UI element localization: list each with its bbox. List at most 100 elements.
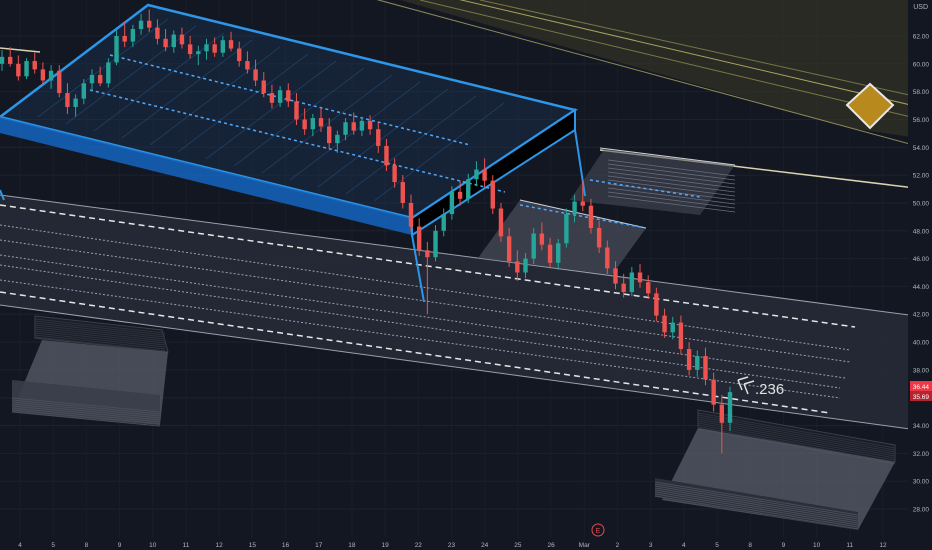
x-tick-label: 12 (879, 542, 887, 549)
candle-body (261, 80, 266, 94)
candle-body (73, 98, 78, 107)
x-tick-label: 9 (118, 542, 122, 549)
x-tick-label: 26 (547, 542, 555, 549)
y-tick-label: 56.00 (913, 117, 930, 124)
candle-body (605, 247, 610, 269)
x-tick-label: 8 (748, 542, 752, 549)
x-tick-label: 11 (183, 542, 190, 549)
candle-body (122, 36, 127, 42)
x-tick-label: 11 (846, 542, 853, 549)
x-tick-label: Mar (579, 542, 591, 549)
y-tick-label: 46.00 (913, 256, 930, 263)
candle-body (662, 315, 667, 333)
candle-body (711, 379, 716, 405)
candle-body (163, 38, 168, 48)
candle-body (171, 34, 176, 48)
x-tick-label: 25 (514, 542, 522, 549)
candle-body (228, 40, 234, 49)
candle-body (212, 44, 217, 53)
left-grey-box (11, 315, 169, 427)
y-tick-label: 54.00 (913, 145, 930, 152)
candle-body (138, 20, 144, 30)
y-tick-label: 32.00 (913, 451, 930, 458)
candle-body (686, 349, 692, 370)
x-tick-label: 5 (715, 542, 719, 549)
candle-body (130, 29, 136, 42)
x-tick-label: 23 (448, 542, 456, 549)
candle-body (678, 322, 684, 350)
price-axis[interactable]: USD 62.00 60.00 58.00 56.00 54.00 52.00 50.00 4… (908, 0, 932, 550)
price-chart[interactable]: .236 E USD 62.00 60.00 58.00 56.00 54.00 52.0… (0, 0, 932, 550)
candle-body (204, 44, 209, 52)
candle-body (703, 355, 708, 380)
x-tick-label: 10 (149, 542, 157, 549)
candle-body (629, 272, 635, 292)
candle-body (474, 169, 479, 180)
candle-body (613, 268, 618, 284)
candle-body (32, 61, 37, 70)
candle-body (580, 201, 585, 206)
candle-body (97, 74, 103, 84)
candle-body (351, 122, 356, 131)
candle-body (335, 134, 340, 144)
x-tick-label: 22 (415, 542, 423, 549)
candle-body (376, 129, 381, 146)
x-tick-label: 16 (282, 542, 290, 549)
event-marker[interactable]: E (591, 523, 605, 537)
candle-body (155, 27, 160, 39)
candle-body (179, 34, 185, 45)
candle-body (400, 182, 406, 203)
candle-body (654, 293, 659, 316)
time-axis[interactable]: 4 5 8 9 10 11 12 15 16 17 18 19 22 23 24 25 26 Mar 2 3 4 5 8 9 1… (0, 538, 908, 550)
candle-body (48, 70, 54, 81)
candle-body (237, 48, 242, 62)
candle-body (106, 62, 111, 84)
candle-body (408, 202, 414, 227)
x-tick-label: 19 (381, 542, 389, 549)
candle-body (727, 392, 733, 423)
candle-body (359, 120, 365, 131)
x-tick-label: 3 (649, 542, 653, 549)
y-tick-label: 30.00 (913, 479, 930, 486)
y-tick-label: 28.00 (913, 507, 930, 514)
candle-body (547, 244, 553, 263)
y-tick-label: 38.00 (913, 367, 930, 374)
candle-body (57, 70, 62, 94)
candle-body (539, 233, 545, 245)
candle-body (0, 56, 5, 64)
x-tick-label: 24 (481, 542, 489, 549)
candle-body (621, 283, 626, 292)
candle-body (147, 20, 152, 28)
candle-body (719, 404, 725, 423)
candle-body (457, 191, 463, 199)
candle-body (670, 322, 675, 333)
y-tick-label: 50.00 (913, 200, 930, 207)
x-tick-label: 15 (249, 542, 257, 549)
candle-body (269, 93, 275, 103)
candle-body (556, 243, 561, 263)
y-tick-label: 44.00 (913, 284, 930, 291)
candle-body (695, 355, 700, 370)
candle-body (65, 93, 70, 107)
candle-body (506, 236, 512, 262)
candle-body (343, 122, 348, 135)
candle-body (326, 126, 332, 144)
candle-body (302, 119, 307, 130)
x-tick-label: 2 (616, 542, 620, 549)
candle-body (7, 56, 13, 64)
candle-body (245, 61, 250, 70)
x-tick-label: 4 (682, 542, 686, 549)
x-tick-label: 17 (315, 542, 323, 549)
x-tick-label: 8 (85, 542, 89, 549)
candle-body (196, 51, 201, 55)
candle-body (277, 90, 283, 103)
candle-body (564, 214, 569, 244)
y-tick-label: 42.00 (913, 312, 930, 319)
candle-body (89, 74, 95, 84)
candle-body (24, 61, 29, 77)
fib-label: .236 (755, 381, 784, 398)
candle-body (294, 101, 299, 120)
x-tick-label: 9 (782, 542, 786, 549)
candle-body (81, 83, 86, 99)
y-tick-label: 40.00 (913, 340, 930, 347)
